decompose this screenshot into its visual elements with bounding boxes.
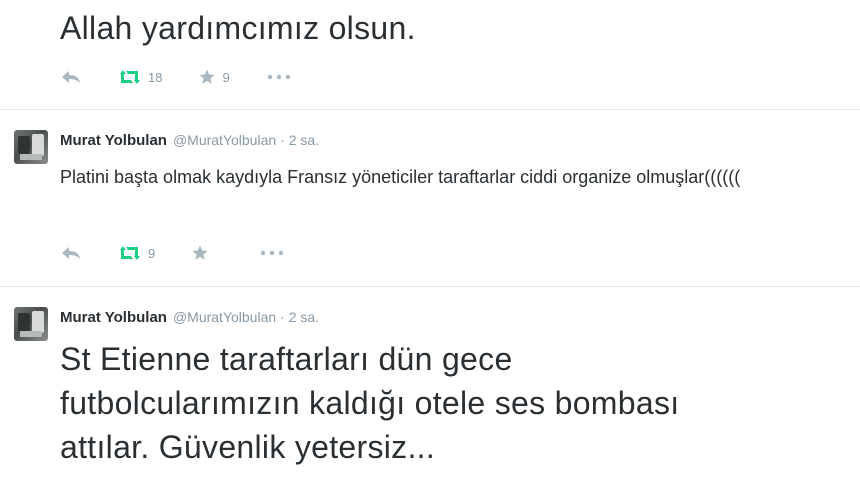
more-icon: [261, 250, 284, 256]
retweet-icon: [120, 246, 140, 260]
more-icon: [267, 74, 290, 80]
tweet-2-text: Platini başta olmak kaydıyla Fransız yön…: [60, 167, 741, 187]
reply-icon: [62, 247, 80, 259]
more-button[interactable]: [259, 249, 285, 257]
retweet-button[interactable]: 9: [118, 245, 155, 261]
user-handle[interactable]: @MuratYolbulan: [173, 132, 276, 148]
tweet-2-actions: 9: [60, 241, 321, 265]
user-name[interactable]: Murat Yolbulan: [60, 132, 167, 149]
tweet-3: Murat Yolbulan @MuratYolbulan · 2 sa. St…: [0, 287, 860, 480]
favorite-count: 9: [222, 69, 230, 85]
tweet-3-text-line-2: futbolcularımızın kaldığı otele ses bomb…: [60, 385, 680, 421]
user-handle[interactable]: @MuratYolbulan: [173, 309, 276, 325]
user-name[interactable]: Murat Yolbulan: [60, 309, 167, 326]
retweet-count: 9: [148, 245, 156, 261]
favorite-button[interactable]: [191, 244, 209, 262]
tweet-3-text-line-1: St Etienne taraftarları dün gece: [60, 341, 513, 377]
retweet-button[interactable]: 18: [118, 69, 162, 85]
reply-button[interactable]: [60, 245, 82, 261]
retweet-count: 18: [148, 69, 163, 85]
retweet-icon: [120, 70, 140, 84]
reply-icon: [62, 71, 80, 83]
favorite-button[interactable]: 9: [198, 68, 230, 86]
reply-button[interactable]: [60, 69, 82, 85]
tweet-3-header: Murat Yolbulan @MuratYolbulan · 2 sa.: [14, 309, 319, 326]
timestamp[interactable]: · 2 sa.: [280, 132, 319, 148]
tweet-3-text-line-3: attılar. Güvenlik yetersiz...: [60, 429, 436, 465]
favorite-icon: [192, 245, 208, 260]
tweet-1-text: Allah yardımcımız olsun.: [60, 10, 416, 46]
more-button[interactable]: [266, 73, 292, 81]
tweet-1-actions: 18 9: [60, 65, 328, 89]
timestamp[interactable]: · 2 sa.: [280, 309, 319, 325]
favorite-icon: [199, 69, 215, 84]
tweet-1: Allah yardımcımız olsun. 18 9: [0, 0, 860, 110]
tweet-2: Murat Yolbulan @MuratYolbulan · 2 sa. Pl…: [0, 110, 860, 286]
tweet-2-header: Murat Yolbulan @MuratYolbulan · 2 sa.: [14, 132, 319, 149]
